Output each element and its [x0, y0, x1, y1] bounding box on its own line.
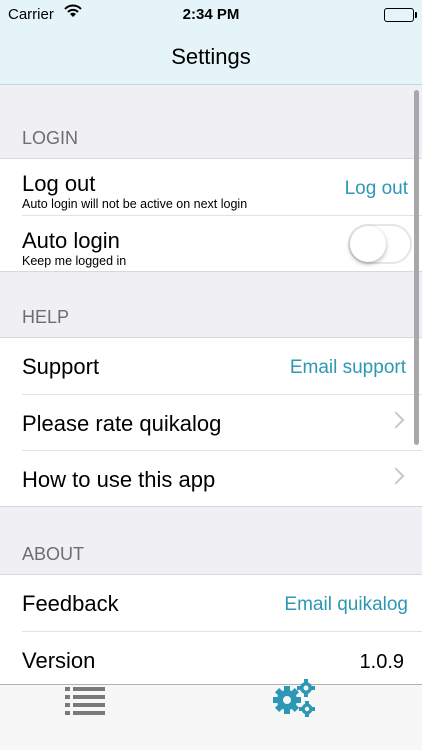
- rate-row[interactable]: Please rate quikalog: [22, 394, 422, 450]
- login-group: Log out Auto login will not be active on…: [0, 158, 422, 272]
- settings-list[interactable]: LOGIN Log out Auto login will not be act…: [0, 86, 422, 684]
- version-title: Version: [22, 648, 96, 673]
- section-header-about: ABOUT: [22, 544, 85, 564]
- tab-settings[interactable]: [211, 679, 422, 750]
- feedback-title: Feedback: [22, 591, 119, 616]
- autologin-subtitle: Keep me logged in: [22, 254, 127, 268]
- logout-subtitle: Auto login will not be active on next lo…: [22, 197, 248, 211]
- version-value: 1.0.9: [359, 651, 404, 673]
- howto-title: How to use this app: [22, 467, 216, 492]
- autologin-row: Auto login Keep me logged in: [22, 215, 422, 271]
- battery-icon: [384, 8, 417, 22]
- logout-button[interactable]: Log out: [345, 178, 408, 200]
- tab-bar: [0, 679, 422, 750]
- about-group: Feedback Email quikalog Version 1.0.9: [0, 574, 422, 684]
- support-title: Support: [22, 354, 100, 379]
- section-header-help: HELP: [22, 307, 70, 327]
- help-group: Support Email support Please rate quikal…: [0, 337, 422, 507]
- page-title: Settings: [171, 44, 251, 69]
- logout-row[interactable]: Log out Auto login will not be active on…: [0, 159, 422, 215]
- version-row: Version 1.0.9: [22, 631, 422, 684]
- section-header-login: LOGIN: [22, 128, 79, 148]
- howto-row[interactable]: How to use this app: [22, 450, 422, 506]
- clock-time: 2:34 PM: [182, 6, 240, 23]
- tab-list[interactable]: [0, 685, 211, 750]
- support-row[interactable]: Support Email support: [0, 338, 422, 394]
- chevron-right-icon: [387, 467, 405, 485]
- autologin-title: Auto login: [22, 228, 120, 253]
- email-quikalog-button[interactable]: Email quikalog: [284, 594, 408, 616]
- navigation-bar: Settings: [0, 30, 422, 85]
- feedback-row[interactable]: Feedback Email quikalog: [0, 575, 422, 631]
- toggle-knob: [350, 226, 386, 262]
- chevron-right-icon: [387, 411, 405, 429]
- email-support-button[interactable]: Email support: [290, 357, 406, 379]
- rate-title: Please rate quikalog: [22, 411, 222, 436]
- logout-title: Log out: [22, 171, 96, 196]
- scrollbar[interactable]: [414, 90, 419, 445]
- status-bar: Carrier 2:34 PM: [0, 0, 422, 30]
- autologin-toggle[interactable]: [348, 224, 412, 264]
